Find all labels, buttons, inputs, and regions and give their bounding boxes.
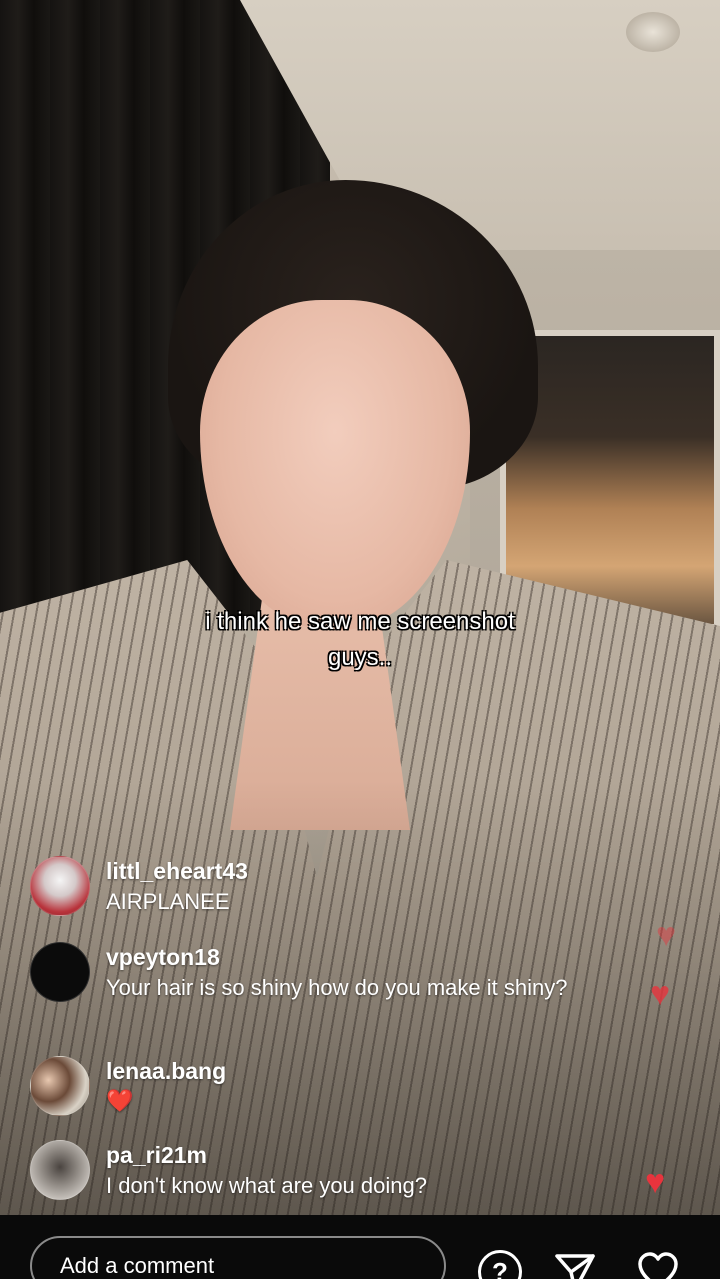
comment-username[interactable]: pa_ri21m	[106, 1140, 576, 1170]
comment-item: pa_ri21m I don't know what are you doing…	[30, 1140, 576, 1201]
ceiling-light	[626, 12, 680, 52]
comment-username[interactable]: vpeyton18	[106, 942, 576, 972]
floating-heart-icon: ♥	[645, 1163, 666, 1201]
avatar[interactable]	[30, 856, 90, 916]
comment-input[interactable]	[30, 1236, 446, 1279]
caption-line-1: i think he saw me screenshot	[205, 608, 515, 635]
floating-heart-icon: ♥	[650, 975, 671, 1013]
comment-item: littl_eheart43 AIRPLANEE	[30, 856, 576, 917]
comment-message: ❤️	[106, 1088, 134, 1113]
avatar[interactable]	[30, 1056, 90, 1116]
comment-username[interactable]: littl_eheart43	[106, 856, 576, 886]
heart-icon[interactable]	[636, 1250, 680, 1279]
comment-item: lenaa.bang ❤️	[30, 1056, 576, 1116]
comment-username[interactable]: lenaa.bang	[106, 1056, 576, 1086]
caption-line-2: guys..	[327, 644, 393, 671]
comment-item: vpeyton18 Your hair is so shiny how do y…	[30, 942, 576, 1003]
avatar[interactable]	[30, 942, 90, 1002]
video-caption: i think he saw me screenshot guys..	[0, 604, 720, 676]
comment-message: I don't know what are you doing?	[106, 1173, 427, 1198]
comment-message: AIRPLANEE	[106, 889, 230, 914]
send-icon[interactable]	[553, 1250, 597, 1279]
comment-message: Your hair is so shiny how do you make it…	[106, 975, 568, 1000]
avatar[interactable]	[30, 1140, 90, 1200]
floating-heart-icon: ♥	[656, 916, 677, 954]
